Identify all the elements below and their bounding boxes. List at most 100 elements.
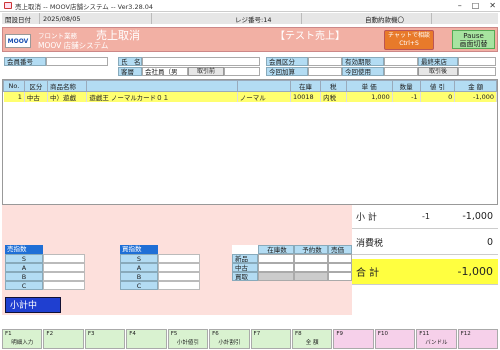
sales-index-a: A [5, 263, 43, 272]
tax-row: 消費税 0 [352, 231, 498, 255]
pause-button[interactable]: Pause 画面切替 [452, 30, 495, 49]
buy-index-s: S [120, 254, 158, 263]
f1-key[interactable]: F1 明細入力 [2, 329, 43, 349]
moov-logo: MOOV [5, 34, 31, 48]
col-tax: 税 [320, 80, 347, 92]
stock-new-label: 新品 [232, 254, 258, 263]
cell-product-name: 遊戯王 ノーマルカード０１ [86, 91, 238, 102]
item-table: No. 区分 商品名称 在庫 税 単 価 数量 値 引 金 額 1 中古 中）遊… [2, 79, 498, 205]
col-unit-price: 単 価 [345, 80, 393, 92]
f7-key[interactable]: F7 [250, 329, 291, 349]
pause-label: Pause [463, 32, 484, 40]
register-number: レジ番号:14 [232, 13, 302, 24]
table-header-row: No. 区分 商品名称 在庫 税 単 価 数量 値 引 金 額 [3, 80, 497, 92]
stock-used-label: 中古 [232, 263, 258, 272]
col-product-name: 商品名称 [46, 80, 88, 92]
cell-category: 中古 [24, 91, 48, 102]
table-row[interactable]: 1 中古 中）遊戯 遊戯王 ノーマルカード０１ ノーマル 10018 内税 1,… [3, 91, 497, 102]
col-amount: 金 額 [454, 80, 497, 92]
window-titlebar: 売上取消 -- MOOV店舗システム -- Ver3.28.04 – □ ✕ [0, 0, 500, 12]
window-title: 売上取消 -- MOOV店舗システム -- Ver3.28.04 [15, 2, 154, 11]
points-used-field [384, 67, 418, 76]
buy-index-a: A [120, 263, 158, 272]
f3-key[interactable]: F3 [84, 329, 126, 349]
screen-switch-label: 画面切替 [459, 40, 488, 48]
customer-type-label: 客層 [118, 67, 142, 76]
before-transaction-button[interactable]: 取引前 [188, 67, 224, 76]
before-transaction-field [224, 67, 260, 76]
tax-value: 0 [486, 237, 493, 248]
close-icon[interactable]: ✕ [489, 1, 496, 10]
app-icon [4, 2, 12, 9]
total-label: 合 計 [356, 268, 380, 279]
buy-index-box: 買指数 S A B C [120, 245, 200, 290]
f4-key[interactable]: F4 [126, 329, 167, 349]
cell-no: 1 [3, 91, 25, 102]
after-transaction-field [458, 67, 496, 76]
chat-shortcut: Ctrl+S [399, 40, 419, 47]
total-row: 合 計 -1,000 [352, 259, 498, 285]
buy-index-b: B [120, 272, 158, 281]
after-transaction-button[interactable]: 取引後 [418, 67, 458, 76]
member-class-field [308, 57, 342, 66]
maximize-icon[interactable]: □ [472, 1, 480, 10]
system-name: MOOV 店舗システム [38, 41, 109, 50]
subtotal-label: 小 計 [356, 213, 377, 223]
col-stock: 在庫 [289, 80, 322, 92]
auto-machine-status: 自動約款機〇 [362, 13, 432, 24]
total-value: -1,000 [457, 265, 493, 278]
cell-unit-price: 1,000 [346, 91, 393, 102]
member-no-field[interactable] [46, 57, 108, 66]
points-used-label: 今回使用 [342, 67, 384, 76]
subtotal-quantity: -1 [422, 212, 430, 221]
name-label: 氏 名 [118, 57, 142, 66]
f5-key[interactable]: F5 小計値引 [167, 329, 209, 349]
sales-index-box: 売指数 S A B C [5, 245, 85, 290]
cell-tax: 内税 [320, 91, 347, 102]
minimize-icon[interactable]: – [458, 1, 462, 10]
function-key-bar: F1 明細入力 F2 F3 F4 F5 小計値引 F6 小計割引 F7 F8 全 額 F… [2, 329, 499, 349]
f6-key[interactable]: F6 小計割引 [209, 329, 250, 349]
f11-key[interactable]: F11 バンドル [416, 329, 457, 349]
f12-key[interactable]: F12 [457, 329, 499, 349]
cell-stock: 10018 [290, 91, 322, 102]
buy-index-c: C [120, 281, 158, 290]
member-class-label: 会員区分 [266, 57, 308, 66]
sales-index-b: B [5, 272, 43, 281]
col-quantity: 数量 [391, 80, 421, 92]
f9-key[interactable]: F9 [333, 329, 374, 349]
tax-label: 消費税 [356, 239, 384, 249]
customer-type-field: 会社員（男 [142, 67, 188, 76]
cell-genre: 中）遊戯 [47, 91, 88, 102]
buy-index-title: 買指数 [120, 245, 158, 254]
member-no-label: 会員番号 [4, 57, 46, 66]
cell-discount: 0 [420, 91, 456, 102]
chat-consult-button[interactable]: チャットで相談 Ctrl+S [384, 30, 434, 50]
name-field [142, 57, 260, 66]
test-sale-label: 【テスト売上】 [275, 31, 345, 42]
f2-key[interactable]: F2 [43, 329, 84, 349]
date-label: 開設日付 [2, 13, 40, 24]
totals-panel: 小 計 -1 -1,000 消費税 0 合 計 -1,000 [352, 205, 498, 315]
last-visit-label: 最終来店 [418, 57, 458, 66]
cell-rarity: ノーマル [237, 91, 291, 102]
department-label: フロント業務 [38, 32, 77, 40]
business-date: 2025/08/05 [40, 13, 152, 24]
reserve-count-header: 予約数 [294, 245, 328, 254]
f8-key[interactable]: F8 全 額 [291, 329, 333, 349]
col-no: No. [3, 80, 25, 92]
subtotal-mode-box: 小計中 [5, 297, 61, 313]
sales-index-title: 売指数 [5, 245, 43, 254]
f10-key[interactable]: F10 [374, 329, 416, 349]
stock-table: 在庫数 予約数 売価 新品 中古 買取 [232, 245, 352, 281]
points-added-label: 今回加算 [266, 67, 308, 76]
col-discount: 値 引 [419, 80, 456, 92]
subtotal-value: -1,000 [462, 211, 493, 222]
subtotal-row: 小 計 -1 -1,000 [352, 205, 498, 229]
sales-index-s: S [5, 254, 43, 263]
col-category: 区分 [23, 80, 48, 92]
price-header: 売価 [328, 245, 352, 254]
last-visit-field [458, 57, 496, 66]
cell-amount: -1,000 [454, 91, 497, 102]
